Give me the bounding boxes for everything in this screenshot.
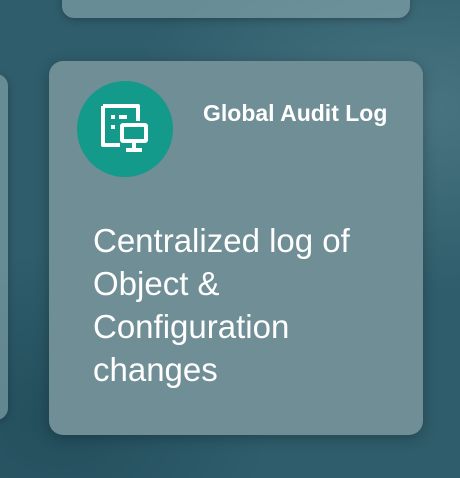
neighbor-tile-top[interactable] — [62, 0, 410, 18]
card-description: Centralized log of Object & Configuratio… — [93, 222, 350, 388]
card-title: Global Audit Log — [203, 100, 388, 126]
global-audit-log-card[interactable]: Global Audit Log Centralized log of Obje… — [49, 61, 423, 435]
icon-badge — [77, 81, 173, 177]
neighbor-tile-left[interactable] — [0, 74, 8, 420]
audit-log-monitor-icon — [101, 104, 148, 152]
